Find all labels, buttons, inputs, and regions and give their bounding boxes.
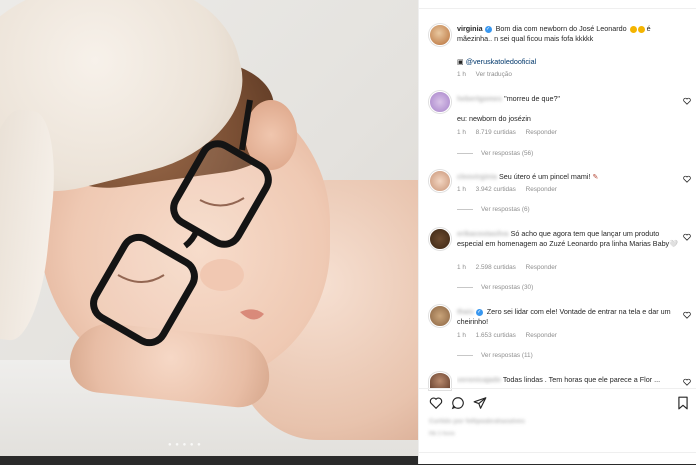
photo-glasses: [90, 99, 272, 347]
verified-icon: ✓: [484, 25, 492, 33]
comment-body: Todas lindas . Tem horas que ele parece …: [502, 375, 661, 384]
emoji-icon: [637, 25, 645, 33]
comment-time: 1 h: [457, 186, 466, 193]
avatar[interactable]: [429, 170, 451, 192]
photo-carousel-dots: ● ● ● ● ●: [168, 442, 202, 448]
comment-likes[interactable]: 1.653 curtidas: [476, 332, 516, 339]
comment-1-text2: eu: newborn do josézin: [457, 114, 531, 123]
comment-1-replies[interactable]: Ver respostas (56): [457, 150, 533, 157]
comment-time: 1 h: [457, 264, 466, 271]
share-icon[interactable]: [473, 396, 487, 410]
comment-3-replies[interactable]: Ver respostas (30): [457, 284, 533, 291]
comment-reply-button[interactable]: Responder: [526, 129, 557, 136]
comment-2-replies[interactable]: Ver respostas (6): [457, 206, 530, 213]
post-photo[interactable]: ● ● ● ● ●: [0, 0, 418, 456]
comment-body: "morreu de que?": [504, 94, 560, 103]
comment-body: Seu útero é um pincel mami!: [498, 172, 591, 181]
comment-body: Zero sei lidar com ele! Vontade de entra…: [457, 307, 671, 326]
comment-5-text: veronicajade Todas lindas . Tem horas qu…: [457, 375, 685, 385]
add-comment-bar[interactable]: [419, 452, 696, 465]
comment-likes[interactable]: 2.598 curtidas: [476, 264, 516, 271]
verified-icon: ✓: [475, 308, 483, 316]
heart-icon[interactable]: [683, 97, 691, 105]
avatar[interactable]: [429, 24, 451, 46]
likes-summary-text[interactable]: Curtido por fellipeabrahaoalves: [429, 418, 525, 425]
panel-top-divider: [419, 0, 696, 9]
comment-3-meta: 1 h 2.598 curtidas Responder: [457, 264, 565, 271]
emoji-icon: [629, 25, 637, 33]
camera-icon: ▣: [457, 57, 464, 66]
caption-time: 1 h: [457, 71, 466, 78]
comment-time: 1 h: [457, 129, 466, 136]
heart-icon[interactable]: [683, 378, 691, 386]
bookmark-icon[interactable]: [677, 396, 689, 410]
view-replies-link[interactable]: Ver respostas (11): [481, 352, 533, 359]
post-date: Há 1 hora: [429, 431, 455, 437]
action-bar: [419, 388, 696, 417]
photographer-link[interactable]: @veruskatoledooficial: [466, 57, 536, 66]
comment-4-replies[interactable]: Ver respostas (11): [457, 352, 533, 359]
view-replies-link[interactable]: Ver respostas (56): [481, 150, 533, 157]
avatar[interactable]: [429, 228, 451, 250]
comment-reply-button[interactable]: Responder: [526, 264, 557, 271]
comment-1-text: hebertgomes "morreu de que?": [457, 94, 685, 104]
comment-username[interactable]: erikacostasilva: [457, 229, 509, 238]
comment-4-meta: 1 h 1.653 curtidas Responder: [457, 332, 565, 339]
comment-time: 1 h: [457, 332, 466, 339]
comment-username[interactable]: thais: [457, 307, 474, 316]
caption-credit: ▣ @veruskatoledooficial: [457, 57, 685, 67]
post-modal: ● ● ● ● ● virginia ✓ Bom dia com newborn …: [0, 0, 696, 464]
caption-translate[interactable]: Ver tradução: [476, 71, 512, 78]
avatar[interactable]: [429, 305, 451, 327]
comment-2-meta: 1 h 3.942 curtidas Responder: [457, 186, 565, 193]
likes-summary[interactable]: Curtido por fellipeabrahaoalves: [429, 418, 525, 425]
avatar[interactable]: [429, 91, 451, 113]
comment-reply-button[interactable]: Responder: [526, 332, 557, 339]
comment-4-text: thais ✓ Zero sei lidar com ele! Vontade d…: [457, 307, 685, 327]
comment-reply-button[interactable]: Responder: [526, 186, 557, 193]
comment-1-meta: 1 h 8.719 curtidas Responder: [457, 129, 565, 136]
comment-likes[interactable]: 3.942 curtidas: [476, 186, 516, 193]
comment-2-text: cleovirginia Seu útero é um pincel mami!…: [457, 172, 685, 182]
paintbrush-emoji-icon: ✎: [592, 172, 599, 181]
caption-username[interactable]: virginia: [457, 24, 483, 33]
heart-icon[interactable]: [683, 311, 691, 319]
comments-panel: virginia ✓ Bom dia com newborn do José Le…: [418, 0, 696, 464]
view-replies-link[interactable]: Ver respostas (6): [481, 206, 530, 213]
caption-meta: 1 h Ver tradução: [457, 71, 520, 78]
comment-likes[interactable]: 8.719 curtidas: [476, 129, 516, 136]
comment-username[interactable]: veronicajade: [457, 375, 501, 384]
comment-icon[interactable]: [451, 396, 465, 410]
view-replies-link[interactable]: Ver respostas (30): [481, 284, 533, 291]
caption-text: Bom dia com newborn do José Leonardo: [495, 24, 627, 33]
heart-icon[interactable]: [683, 233, 691, 241]
comment-username[interactable]: cleovirginia: [457, 172, 497, 181]
post-date-text: Há 1 hora: [429, 431, 455, 437]
comment-username[interactable]: hebertgomes: [457, 94, 502, 103]
post-caption: virginia ✓ Bom dia com newborn do José Le…: [457, 24, 685, 44]
heart-icon[interactable]: [683, 175, 691, 183]
heart-icon[interactable]: [429, 396, 443, 410]
comment-3-text: erikacostasilva Só acho que agora tem qu…: [457, 229, 685, 249]
